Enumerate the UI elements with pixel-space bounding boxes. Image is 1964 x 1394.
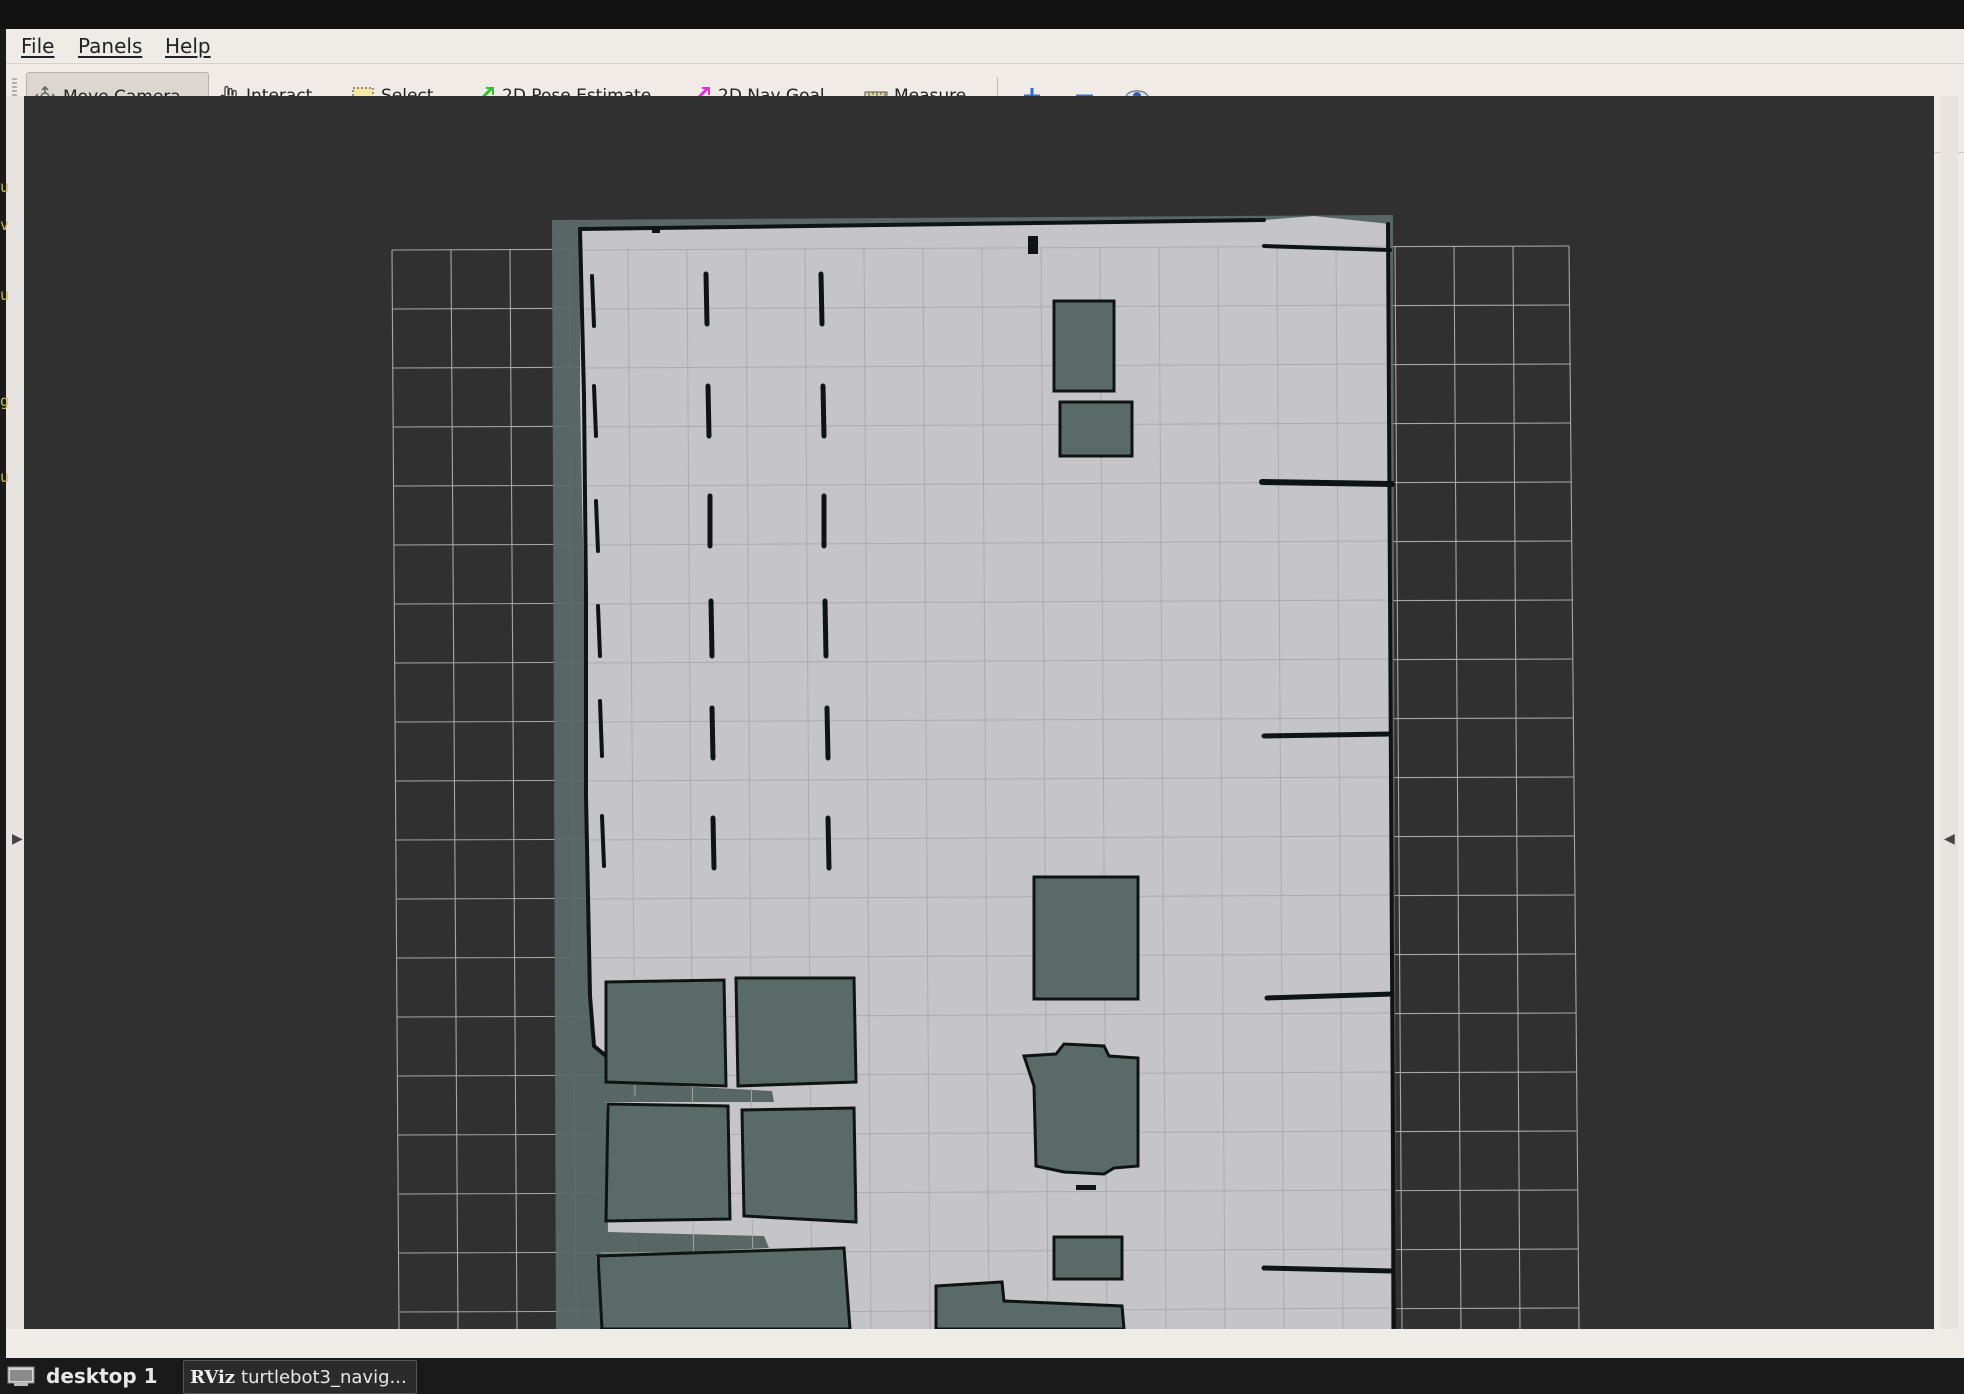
left-panel-collapse[interactable]: ▶ xyxy=(6,96,24,1329)
expand-left-icon: ◀ xyxy=(1944,831,1955,847)
3d-viewport[interactable] xyxy=(24,96,1934,1329)
right-panel-collapse[interactable]: ◀ xyxy=(1940,96,1958,1329)
menu-file[interactable]: File xyxy=(21,34,54,58)
desktop-label: desktop 1 xyxy=(46,1364,158,1388)
menu-help[interactable]: Help xyxy=(165,34,211,58)
taskbar-window-button[interactable]: RViz turtlebot3_navig... xyxy=(183,1360,417,1394)
desktop-icon xyxy=(6,1365,36,1387)
taskbar: desktop 1 RViz turtlebot3_navig... xyxy=(0,1358,1964,1394)
rviz-app-icon: RViz xyxy=(190,1366,236,1388)
taskbar-window-title: turtlebot3_navig... xyxy=(241,1366,407,1388)
desktop-switcher[interactable]: desktop 1 xyxy=(6,1360,158,1392)
top-panel xyxy=(0,0,1964,29)
expand-right-icon: ▶ xyxy=(12,831,23,847)
menu-panels[interactable]: Panels xyxy=(78,34,142,58)
occupancy-map xyxy=(24,96,1934,1329)
menu-bar: File Panels Help xyxy=(6,29,1964,64)
